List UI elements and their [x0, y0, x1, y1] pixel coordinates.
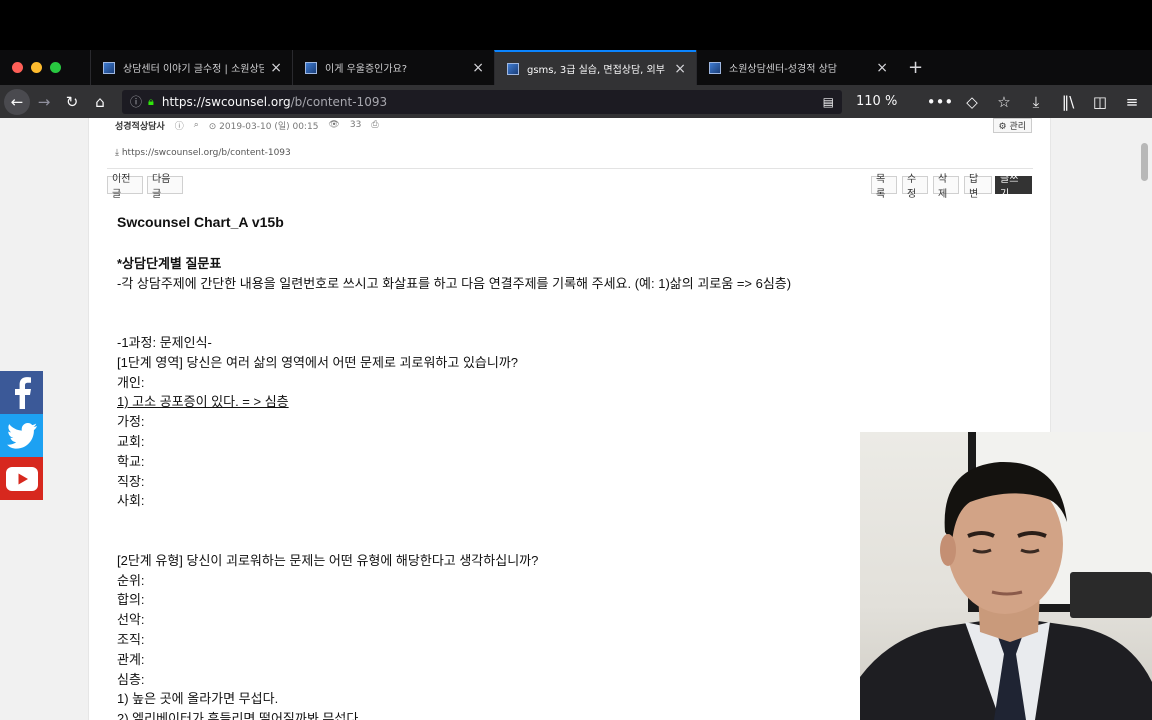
minimize-window-button[interactable]: [31, 62, 42, 73]
divider: [107, 168, 1033, 169]
body-line: 개인:: [117, 374, 145, 390]
facebook-icon: [14, 376, 31, 409]
twitter-share-button[interactable]: [0, 414, 43, 457]
tab-title: gsms, 3급 실습, 면접상담, 외부: [527, 65, 665, 76]
site-favicon-icon: [709, 61, 721, 74]
bookmark-star-icon[interactable]: ☆: [990, 88, 1018, 116]
admin-button[interactable]: ⚙ 관리: [992, 118, 1032, 133]
close-window-button[interactable]: [12, 62, 23, 73]
close-tab-icon[interactable]: ×: [674, 61, 686, 77]
print-icon[interactable]: ⎙: [371, 120, 378, 130]
body-line: [117, 293, 1017, 313]
zoom-level[interactable]: 110 %: [856, 94, 897, 109]
next-post-button[interactable]: 다음글: [147, 174, 183, 200]
list-button[interactable]: 목록: [871, 174, 897, 200]
body-line: -1과정: 문제인식-: [117, 334, 212, 350]
menu-hamburger-icon[interactable]: ≡: [1118, 88, 1146, 116]
youtube-share-button[interactable]: [0, 457, 43, 500]
tab-strip: 상담센터 이야기 글수정 | 소원상담센터 × 이게 우울증인가요? × gsm…: [0, 50, 1152, 85]
body-line: 1) 고소 공포증이 있다. = > 심층: [117, 394, 289, 410]
webcam-overlay: [860, 432, 1152, 720]
sidebar-icon[interactable]: ◫: [1086, 88, 1114, 116]
close-tab-icon[interactable]: ×: [270, 60, 282, 76]
tab-title: 소원상담센터-성경적 상담: [729, 64, 837, 75]
forward-arrow-icon[interactable]: →: [30, 88, 58, 116]
close-tab-icon[interactable]: ×: [472, 60, 484, 76]
back-arrow-icon[interactable]: ←: [4, 88, 30, 115]
facebook-share-button[interactable]: [0, 371, 43, 414]
top-letterbox: [0, 0, 1152, 50]
browser-tab[interactable]: 이게 우울증인가요? ×: [292, 50, 494, 85]
info-icon[interactable]: ⓘ: [130, 93, 142, 110]
edit-button[interactable]: 수정: [902, 174, 928, 200]
eye-icon: 👁︎: [328, 120, 340, 130]
body-line: [117, 313, 1017, 333]
navigation-bar: ← → ↻ ⌂ ⓘ 🔒︎ https://swcounsel.org/b/con…: [0, 85, 1152, 118]
new-tab-icon[interactable]: +: [898, 57, 933, 78]
site-favicon-icon: [507, 62, 519, 75]
address-bar[interactable]: ⓘ 🔒︎ https://swcounsel.org/b/content-109…: [122, 89, 842, 114]
body-line: 가정:: [117, 414, 145, 430]
section-heading: *상담단계별 질문표: [117, 255, 222, 271]
presenter-figure: [860, 461, 1152, 720]
permalink-url: https://swcounsel.org/b/content-1093: [121, 148, 291, 158]
post-meta: 성경적상담사 ⓘ ⌕ ⊙ 2019-03-10 (일) 00:15 👁︎ 33 …: [115, 118, 1035, 132]
browser-tab[interactable]: 소원상담센터-성경적 상담 ×: [696, 50, 898, 85]
body-line: [117, 234, 1017, 254]
view-count: 33: [349, 120, 362, 130]
url-path: /b/content-1093: [290, 94, 388, 109]
search-icon[interactable]: ⌕: [194, 120, 199, 130]
url-host: https://swcounsel.org: [161, 94, 291, 109]
author-name[interactable]: 성경적상담사: [115, 119, 165, 132]
window-controls: [0, 62, 90, 73]
prev-post-button[interactable]: 이전글: [107, 174, 143, 200]
tab-title: 이게 우울증인가요?: [325, 64, 408, 75]
admin-label: 관리: [1009, 122, 1026, 132]
reader-view-icon[interactable]: ▤: [823, 95, 834, 109]
reload-icon[interactable]: ↻: [58, 88, 86, 116]
pocket-icon[interactable]: ◇: [958, 88, 986, 116]
browser-tab[interactable]: 상담센터 이야기 글수정 | 소원상담센터 ×: [90, 50, 292, 85]
post-title: Swcounsel Chart_A v15b: [117, 214, 284, 230]
delete-button[interactable]: 삭제: [933, 174, 959, 200]
site-favicon-icon: [103, 61, 115, 74]
browser-tab-active[interactable]: gsms, 3급 실습, 면접상담, 외부 ×: [494, 50, 696, 85]
tab-title: 상담센터 이야기 글수정 | 소원상담센터: [123, 64, 265, 75]
body-line: -각 상담주제에 간단한 내용을 일련번호로 쓰시고 화살표를 하고 다음 연결…: [117, 275, 792, 291]
twitter-icon: [6, 422, 37, 449]
home-icon[interactable]: ⌂: [86, 88, 114, 116]
toolbar-icons: ••• ◇ ☆ ⤓ ‖\ ◫ ≡: [926, 88, 1152, 116]
download-icon[interactable]: ⤓: [1022, 88, 1050, 116]
page-scrollbar[interactable]: [1141, 143, 1148, 181]
write-button[interactable]: 글쓰기: [995, 174, 1032, 200]
page-actions-icon[interactable]: •••: [926, 88, 954, 116]
body-line: [1단계 영역] 당신은 여러 삶의 영역에서 어떤 문제로 괴로워하고 있습니…: [117, 354, 519, 370]
lock-icon: 🔒︎: [148, 94, 154, 108]
close-tab-icon[interactable]: ×: [876, 60, 888, 76]
maximize-window-button[interactable]: [50, 62, 61, 73]
info-icon[interactable]: ⓘ: [175, 119, 184, 132]
site-favicon-icon: [305, 61, 317, 74]
post-date: ⊙ 2019-03-10 (일) 00:15: [208, 121, 319, 132]
youtube-icon: [5, 466, 38, 491]
reply-button[interactable]: 답변: [964, 174, 992, 200]
permalink[interactable]: ⤓ https://swcounsel.org/b/content-1093: [115, 148, 291, 158]
library-icon[interactable]: ‖\: [1054, 88, 1082, 116]
